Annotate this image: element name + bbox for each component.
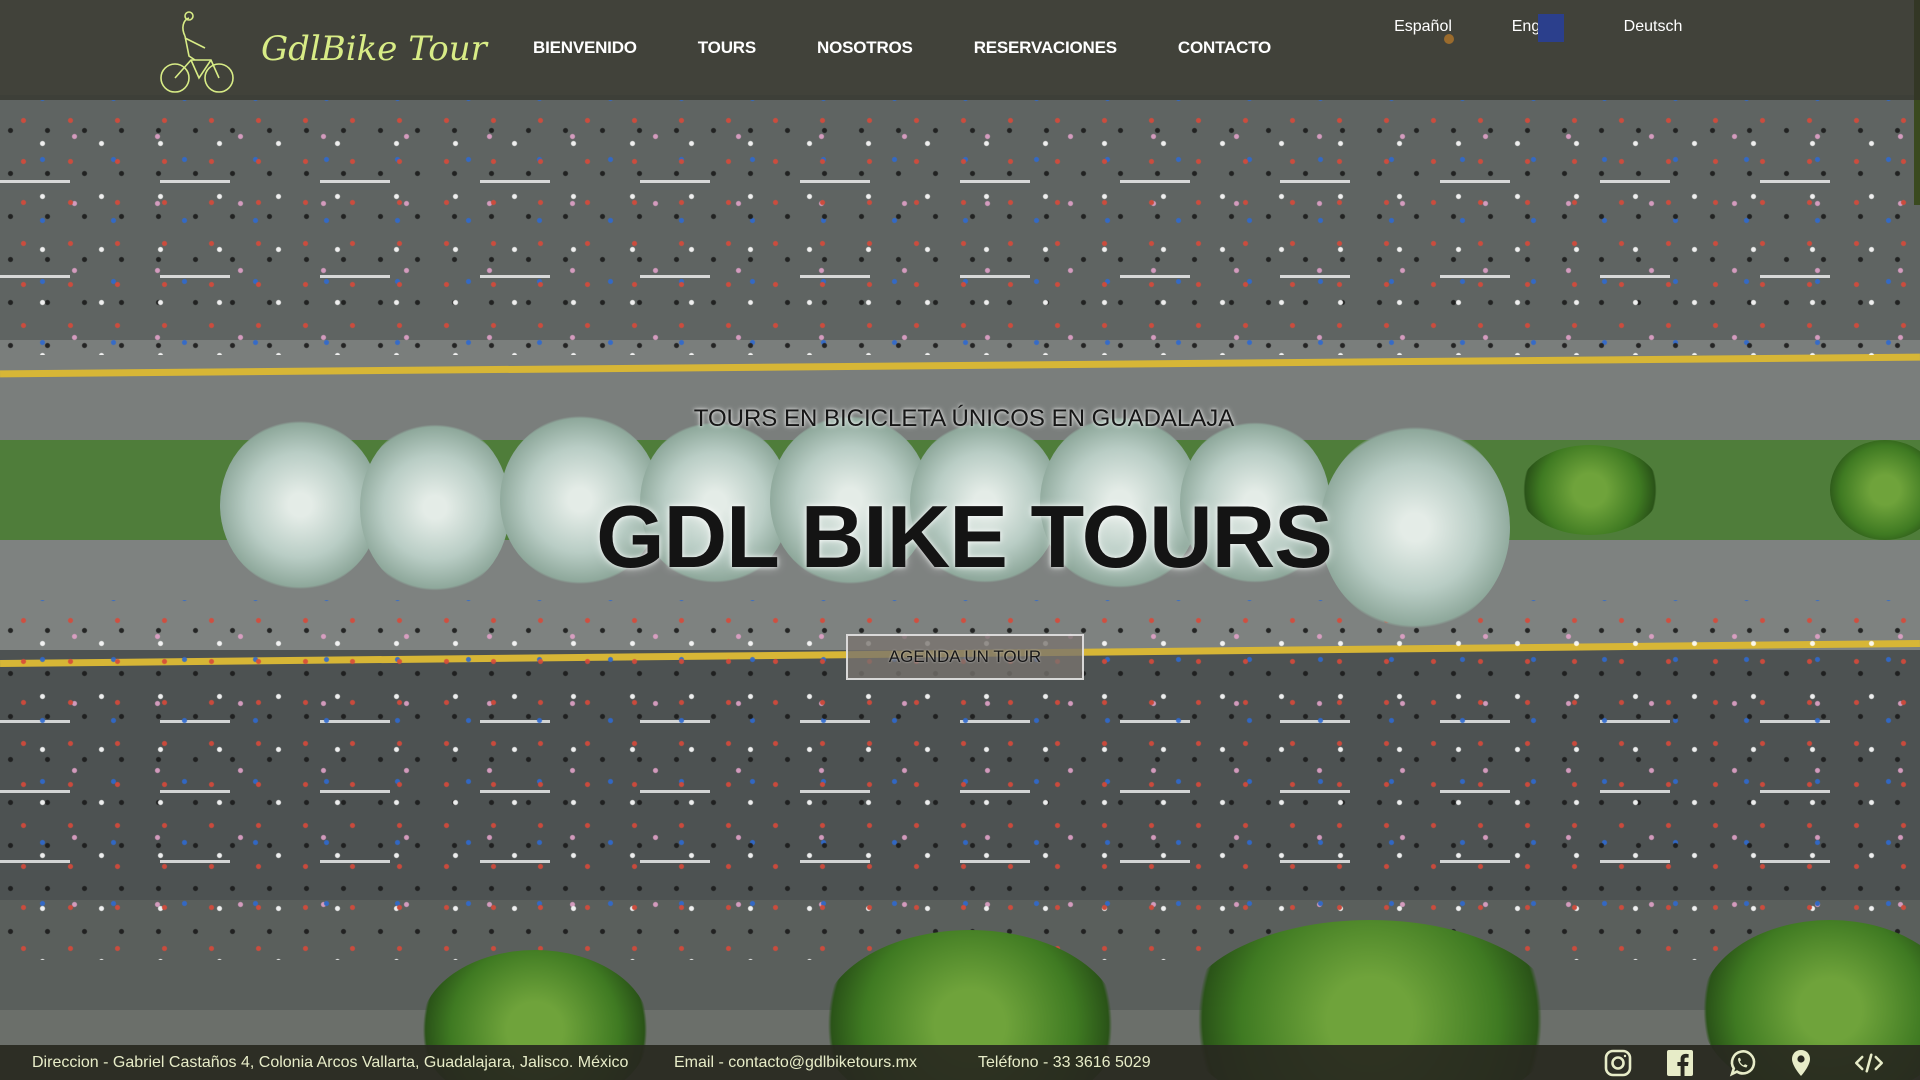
language-german[interactable]: Deutsch (1608, 14, 1698, 36)
whatsapp-icon[interactable] (1725, 1048, 1759, 1078)
nav-tours[interactable]: TOURS (698, 38, 756, 58)
book-tour-button[interactable]: AGENDA UN TOUR (846, 634, 1084, 680)
language-label: Español (1394, 18, 1452, 35)
map-pin-icon[interactable] (1784, 1048, 1818, 1078)
site-footer: Direccion - Gabriel Castaños 4, Colonia … (0, 1045, 1920, 1080)
hero-kicker: TOURS EN BICICLETA ÚNICOS EN GUADALAJA (693, 405, 1235, 432)
code-icon[interactable] (1849, 1048, 1889, 1078)
footer-email[interactable]: Email - contacto@gdlbiketours.mx (674, 1054, 917, 1072)
instagram-icon[interactable] (1601, 1048, 1635, 1078)
language-label: Deutsch (1623, 18, 1683, 35)
cyclist-logo-icon (155, 8, 247, 100)
language-spanish[interactable]: Español (1378, 14, 1468, 36)
nav-contacto[interactable]: CONTACTO (1178, 38, 1271, 58)
facebook-icon[interactable] (1663, 1048, 1697, 1078)
footer-phone[interactable]: Teléfono - 33 3616 5029 (978, 1054, 1151, 1072)
nav-nosotros[interactable]: NOSOTROS (817, 38, 913, 58)
hero-title: GDL BIKE TOURS (596, 487, 1333, 586)
nav-bienvenido[interactable]: BIENVENIDO (533, 38, 637, 58)
logo-link[interactable]: GdlBike Tour (155, 8, 487, 100)
footer-address: Direccion - Gabriel Castaños 4, Colonia … (32, 1054, 629, 1071)
site-header: GdlBike Tour BIENVENIDO TOURS NOSOTROS R… (0, 0, 1920, 100)
brand-name: GdlBike Tour (261, 29, 487, 69)
nav-reservaciones[interactable]: RESERVACIONES (974, 38, 1117, 58)
language-english[interactable]: English (1493, 14, 1583, 36)
main-nav: BIENVENIDO TOURS NOSOTROS RESERVACIONES … (533, 38, 1332, 58)
